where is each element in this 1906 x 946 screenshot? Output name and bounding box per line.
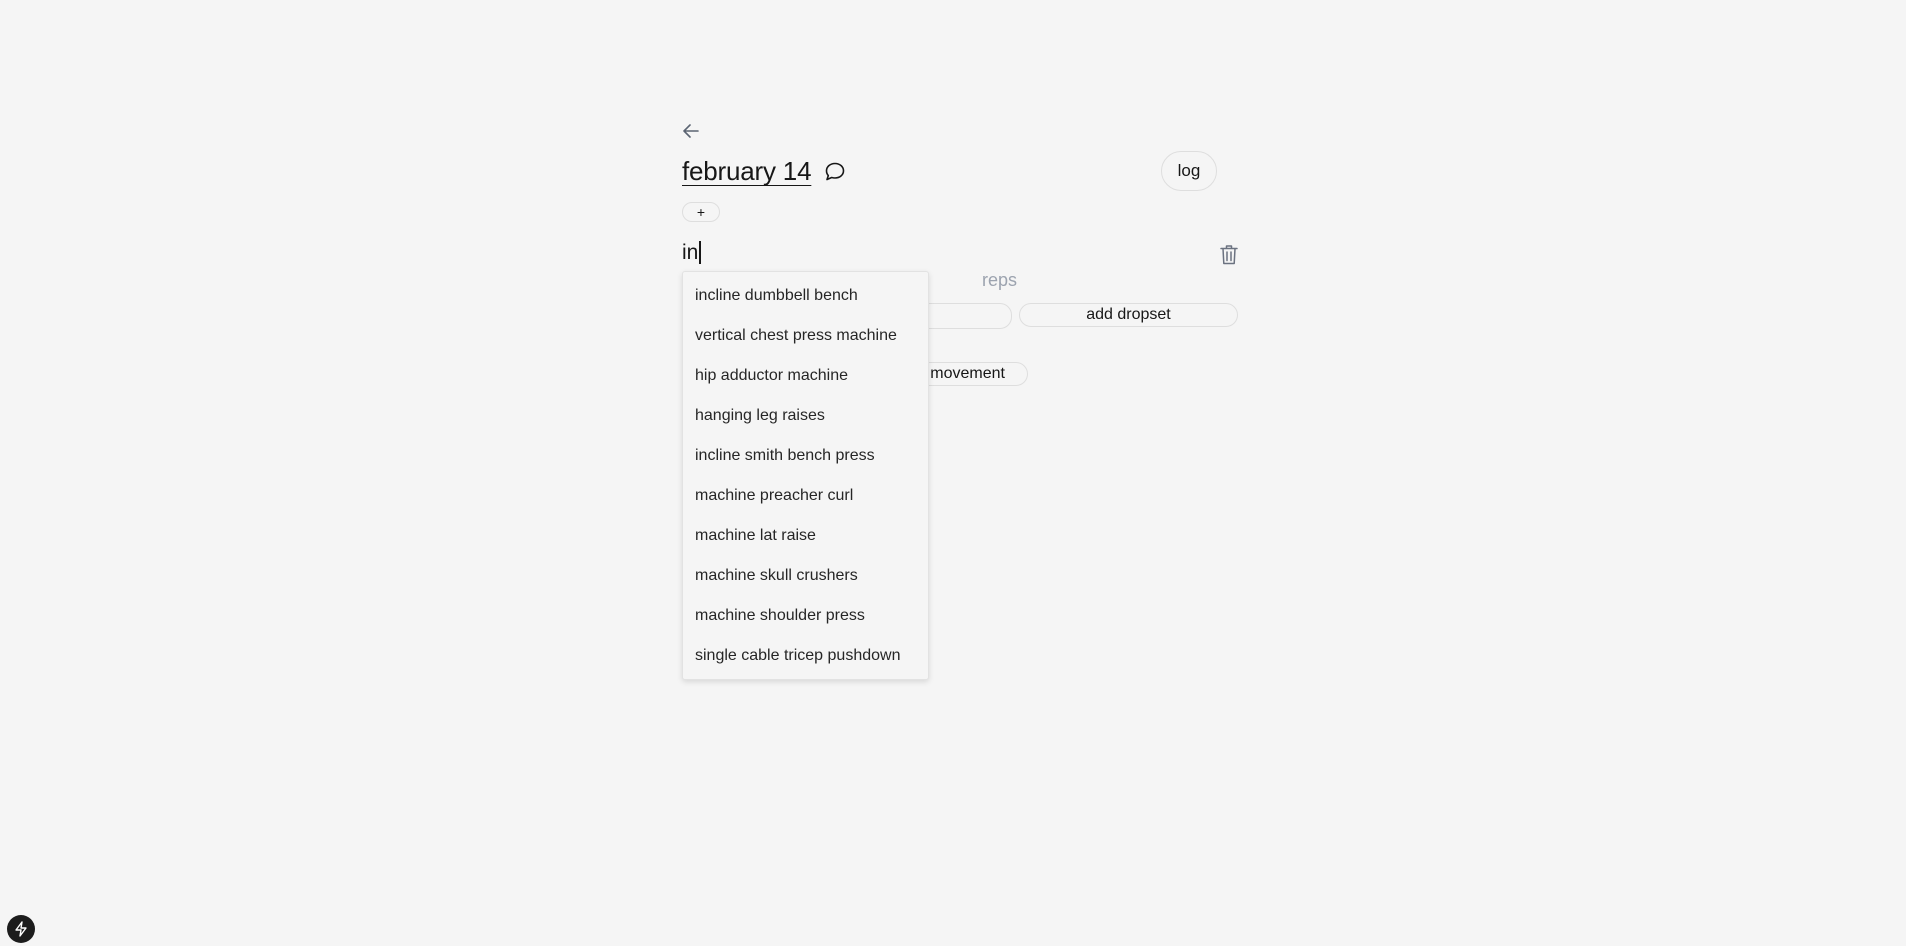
exercise-suggestions-dropdown: incline dumbbell bench vertical chest pr…	[682, 271, 929, 680]
suggestion-item[interactable]: hip adductor machine	[683, 356, 928, 396]
title-row: february 14	[682, 156, 847, 187]
dev-tools-button[interactable]	[7, 915, 35, 943]
suggestion-item[interactable]: hanging leg raises	[683, 396, 928, 436]
suggestion-item[interactable]: incline smith bench press	[683, 436, 928, 476]
back-button[interactable]	[680, 120, 702, 142]
lightning-bolt-icon	[15, 921, 27, 937]
add-dropset-button[interactable]: add dropset	[1019, 303, 1238, 327]
suggestion-item[interactable]: vertical chest press machine	[683, 316, 928, 356]
suggestion-item[interactable]: single cable tricep pushdown	[683, 636, 928, 676]
comment-button[interactable]	[823, 160, 847, 184]
text-caret	[699, 241, 701, 264]
log-button[interactable]: log	[1161, 151, 1217, 191]
message-circle-icon	[826, 162, 845, 180]
suggestion-item[interactable]: incline dumbbell bench	[683, 276, 928, 316]
page: february 14 log + reps add dropset movem…	[0, 0, 1906, 946]
delete-exercise-button[interactable]	[1218, 242, 1240, 266]
arrow-left-icon	[683, 124, 699, 138]
suggestion-item[interactable]: machine preacher curl	[683, 476, 928, 516]
add-button[interactable]: +	[682, 202, 720, 222]
reps-column-label: reps	[982, 270, 1018, 290]
exercise-name-input[interactable]	[682, 238, 1202, 268]
suggestion-item[interactable]: machine lat raise	[683, 516, 928, 556]
suggestion-item[interactable]: machine skull crushers	[683, 556, 928, 596]
page-title[interactable]: february 14	[682, 156, 812, 187]
trash-icon	[1220, 244, 1238, 264]
suggestion-item[interactable]: machine shoulder press	[683, 596, 928, 636]
